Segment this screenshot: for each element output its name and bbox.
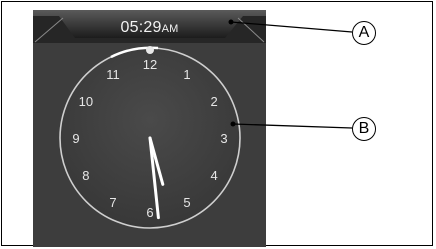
callout-b: B	[352, 117, 376, 141]
leader-a-line	[230, 21, 353, 33]
leader-b-line	[232, 123, 353, 129]
callout-a: A	[352, 21, 376, 45]
